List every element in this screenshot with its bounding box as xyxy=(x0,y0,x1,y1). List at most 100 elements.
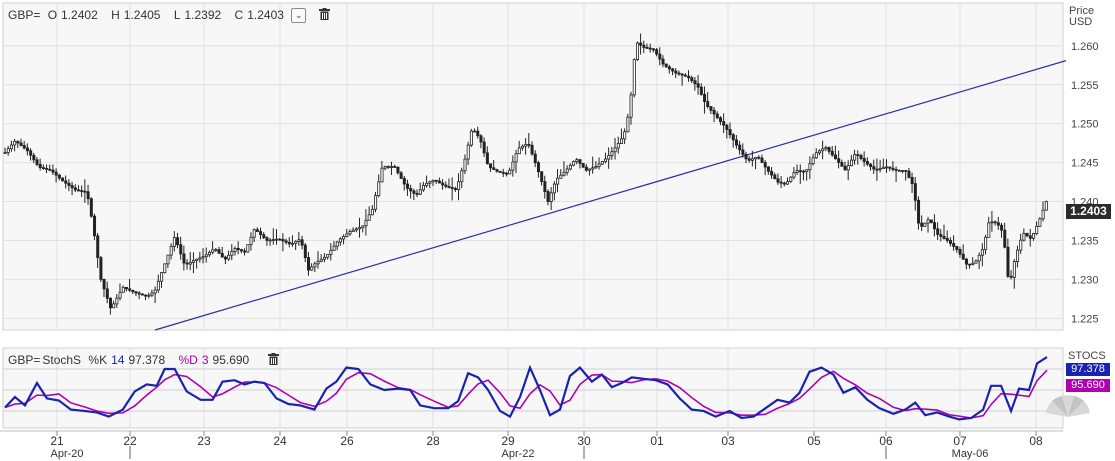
candle-body xyxy=(96,235,100,258)
candle-body xyxy=(421,185,425,191)
candle-body xyxy=(393,166,397,168)
x-tick-label: 07 xyxy=(953,434,967,448)
candle-body xyxy=(929,219,933,223)
candle-body xyxy=(568,164,572,170)
candle-body xyxy=(265,237,269,241)
candle-body xyxy=(67,182,71,186)
candle-body xyxy=(923,222,927,227)
candle-body xyxy=(185,262,189,265)
candle-body xyxy=(402,178,406,185)
candle-body xyxy=(712,109,716,115)
candle-body xyxy=(703,93,707,102)
candle-body xyxy=(530,144,534,155)
candle-body xyxy=(1019,239,1023,251)
candle-body xyxy=(715,113,719,119)
price-axis: 1.2251.2301.2351.2401.2451.2501.2551.260 xyxy=(1071,41,1099,326)
high-value: 1.2405 xyxy=(123,8,161,22)
candle-body xyxy=(9,144,13,150)
candle-body xyxy=(121,286,125,293)
candle-body xyxy=(1009,275,1013,278)
candle-body xyxy=(658,53,662,60)
candle-body xyxy=(696,83,700,88)
last-price-tag: 1.2403 xyxy=(1066,204,1111,219)
price-axis-title: Price USD xyxy=(1069,6,1094,28)
candle-body xyxy=(849,159,853,166)
chart: 1.2251.2301.2351.2401.2451.2501.2551.260… xyxy=(0,2,1099,460)
candle-body xyxy=(552,183,556,194)
candle-body xyxy=(450,187,454,189)
candle-body xyxy=(268,239,272,242)
candle-body xyxy=(674,70,678,74)
candle-body xyxy=(476,130,480,137)
candle-body xyxy=(262,234,266,239)
candle-body xyxy=(246,244,250,253)
candle-body xyxy=(837,158,841,163)
chevron-down-icon[interactable]: ⌄ xyxy=(291,8,307,24)
candle-body xyxy=(131,289,135,293)
candle-body xyxy=(856,154,860,157)
candle-body xyxy=(527,144,531,146)
candle-body xyxy=(108,297,112,309)
candle-body xyxy=(623,131,627,140)
candle-body xyxy=(278,238,282,241)
candle-body xyxy=(901,169,905,172)
candle-body xyxy=(460,170,464,183)
candle-body xyxy=(255,229,259,232)
candle-body xyxy=(361,225,365,228)
candle-body xyxy=(431,179,435,183)
candle-body xyxy=(249,236,253,246)
x-tick-label: 06 xyxy=(879,434,893,448)
candle-body xyxy=(223,256,227,260)
x-month-label: May-06 xyxy=(952,448,989,460)
candle-body xyxy=(137,292,141,295)
candle-body xyxy=(428,181,432,184)
candle-body xyxy=(875,168,879,171)
candle-body xyxy=(821,148,825,152)
x-tick-label: 30 xyxy=(577,434,591,448)
candle-body xyxy=(533,153,537,164)
candle-body xyxy=(610,151,614,156)
d-value: 95.690 xyxy=(212,353,250,367)
candle-body xyxy=(1003,229,1007,248)
candle-body xyxy=(41,167,45,169)
low-value: 1.2392 xyxy=(184,8,222,22)
stoch-indicator: StochS xyxy=(42,353,82,367)
candle-body xyxy=(910,176,914,185)
candle-body xyxy=(725,124,729,130)
candle-body xyxy=(322,256,326,260)
candle-body xyxy=(808,163,812,171)
candle-body xyxy=(779,181,783,184)
candle-body xyxy=(1016,249,1020,262)
candle-body xyxy=(217,249,221,254)
candle-body xyxy=(958,249,962,255)
candle-body xyxy=(45,168,49,170)
x-tick-label: 26 xyxy=(340,434,354,448)
candle-body xyxy=(588,168,592,171)
candle-body xyxy=(584,166,588,171)
candle-body xyxy=(974,260,978,264)
x-tick-label: 05 xyxy=(807,434,821,448)
candle-body xyxy=(600,161,604,165)
candle-body xyxy=(575,159,579,162)
trash-icon[interactable] xyxy=(318,8,330,23)
candle-body xyxy=(348,231,352,235)
candle-body xyxy=(64,180,68,184)
candle-body xyxy=(738,144,742,151)
candle-body xyxy=(307,257,311,271)
candle-body xyxy=(3,152,7,154)
x-tick-label: 01 xyxy=(650,434,664,448)
trash-icon[interactable] xyxy=(267,353,279,368)
candle-body xyxy=(473,130,477,133)
candle-body xyxy=(597,163,601,167)
candle-body xyxy=(284,240,288,243)
x-axis: 21 22 23 24 26 28 29 30 01 03 05 06 07 08Apr-20 Apr-22… xyxy=(50,431,1043,460)
candle-body xyxy=(19,142,23,146)
candle-body xyxy=(776,178,780,183)
candle-body xyxy=(230,251,234,256)
candle-body xyxy=(271,239,275,241)
candle-body xyxy=(489,163,493,169)
x-tick-label: 23 xyxy=(197,434,211,448)
candle-body xyxy=(648,47,652,50)
candle-body xyxy=(760,157,764,163)
candle-body xyxy=(719,117,723,122)
